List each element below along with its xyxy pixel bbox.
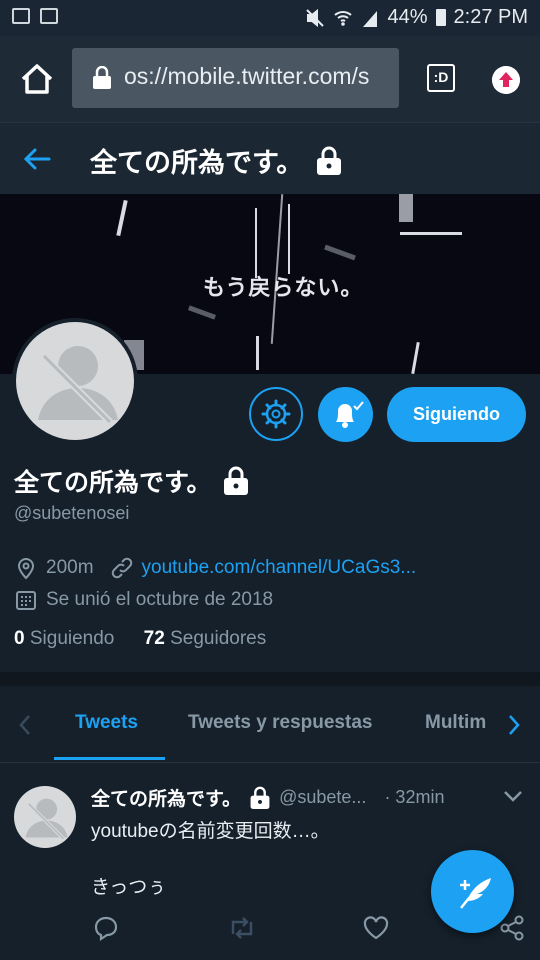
- home-icon[interactable]: [20, 62, 54, 96]
- download-notification-icon: [40, 8, 58, 24]
- banner-streak: [255, 208, 257, 278]
- page-title: 全ての所為です。: [90, 141, 343, 180]
- hidden-avatar-icon: [25, 798, 68, 840]
- tab-media[interactable]: Multim: [425, 712, 489, 734]
- retweet-button[interactable]: [227, 914, 257, 947]
- lock-icon: [317, 146, 342, 175]
- profile-joined: Se unió el octubre de 2018: [46, 589, 274, 610]
- profile-website-link[interactable]: youtube.com/channel/UCaGs3...: [142, 557, 417, 579]
- settings-button[interactable]: [249, 387, 303, 441]
- banner-streak: [399, 194, 413, 222]
- battery-percent: 44%: [387, 6, 428, 28]
- banner-streak: [116, 199, 128, 237]
- tab-switcher-button[interactable]: :D: [427, 64, 455, 92]
- profile-location: 200m: [46, 557, 94, 578]
- following-button[interactable]: Siguiendo: [387, 387, 526, 442]
- avatar[interactable]: [12, 318, 138, 444]
- url-bar[interactable]: os://mobile.twitter.com/s: [72, 48, 399, 108]
- profile-handle: @subetenosei: [14, 503, 130, 523]
- status-right: 44% 2:27 PM: [305, 6, 528, 29]
- calendar-icon: [16, 591, 36, 610]
- banner-streak: [270, 194, 284, 344]
- profile-header-bar: 全ての所為です。: [0, 122, 540, 195]
- gear-icon: [261, 399, 291, 429]
- following-count: 0: [14, 628, 25, 649]
- compose-tweet-button[interactable]: [431, 850, 514, 933]
- retweet-icon: [231, 917, 253, 939]
- banner-streak: [411, 341, 420, 374]
- notification-icons: [12, 8, 58, 24]
- mute-icon: [306, 8, 325, 27]
- banner-streak: [400, 232, 462, 235]
- tweet-author-handle: @subete...: [279, 787, 367, 807]
- tweet-avatar[interactable]: [14, 786, 76, 848]
- default-avatar-image: [16, 322, 134, 440]
- reply-button[interactable]: [92, 914, 120, 947]
- banner-streak: [324, 244, 356, 261]
- tweet-text: youtubeの名前変更回数…。 きっつぅ: [91, 821, 330, 898]
- like-icon: [363, 916, 389, 940]
- reply-icon: [94, 916, 118, 942]
- follow-counts: 0 Siguiendo 72 Seguidores: [14, 628, 266, 650]
- like-button[interactable]: [362, 914, 390, 947]
- tab-tweets[interactable]: Tweets: [75, 712, 138, 734]
- status-bar: 44% 2:27 PM: [0, 0, 540, 36]
- signal-icon: [363, 10, 378, 27]
- profile-location-row: 200m youtube.com/channel/UCaGs3...: [14, 556, 416, 580]
- profile-joined-row: Se unió el octubre de 2018: [14, 588, 273, 612]
- tab-tweets-and-replies[interactable]: Tweets y respuestas: [188, 712, 372, 734]
- following-link[interactable]: 0 Siguiendo: [14, 628, 114, 649]
- followers-count: 72: [143, 628, 165, 649]
- tweet-header: 全ての所為です。 @subete... · 32min: [91, 784, 444, 811]
- tweet-author-name[interactable]: 全ての所為です。: [91, 784, 241, 811]
- compose-icon: [460, 878, 491, 909]
- back-arrow-icon[interactable]: [22, 145, 52, 173]
- profile-tabs: Tweets Tweets y respuestas Multim: [0, 686, 540, 763]
- profile-name-text: 全ての所為です。: [14, 469, 212, 497]
- lock-icon: [250, 786, 270, 809]
- banner-streak: [288, 204, 290, 274]
- battery-icon: [435, 9, 446, 26]
- profile-name: 全ての所為です。: [14, 463, 250, 499]
- banner-caption: もう戻らない。: [203, 275, 364, 300]
- clock: 2:27 PM: [453, 6, 528, 28]
- tweet-time[interactable]: · 32min: [384, 787, 444, 808]
- gallery-notification-icon: [12, 8, 30, 24]
- followers-link[interactable]: 72 Seguidores: [144, 628, 267, 649]
- banner-streak: [187, 305, 217, 320]
- chevron-down-icon[interactable]: [503, 789, 523, 803]
- wifi-icon: [334, 10, 353, 26]
- bell-icon: [336, 401, 364, 428]
- hidden-avatar-icon: [38, 346, 118, 425]
- link-icon: [111, 557, 132, 579]
- following-label: Siguiendo: [29, 628, 115, 649]
- location-icon: [17, 558, 35, 580]
- banner-streak: [256, 336, 259, 370]
- lock-icon: [93, 66, 111, 89]
- followers-label: Seguidores: [170, 628, 267, 649]
- upload-icon[interactable]: [492, 66, 520, 94]
- section-divider: [0, 672, 540, 686]
- chevron-left-icon[interactable]: [18, 714, 32, 736]
- chevron-right-icon[interactable]: [507, 714, 521, 736]
- notifications-button[interactable]: [318, 387, 373, 442]
- page-title-text: 全ての所為です。: [90, 148, 304, 178]
- browser-toolbar: os://mobile.twitter.com/s :D: [0, 36, 540, 122]
- lock-icon: [223, 466, 248, 495]
- active-tab-indicator: [54, 757, 165, 760]
- url-text: os://mobile.twitter.com/s: [124, 63, 370, 89]
